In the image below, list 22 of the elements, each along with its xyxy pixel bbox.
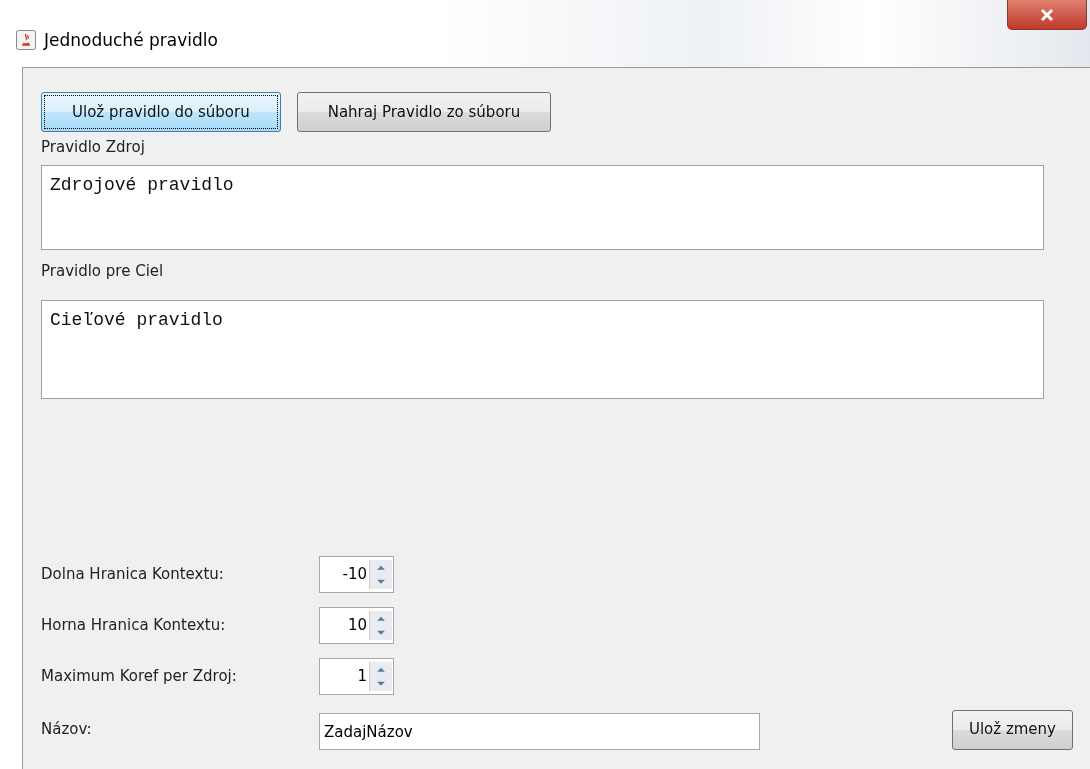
spinner-arrows[interactable] [369,560,392,589]
app-icon [16,30,36,50]
text-area[interactable]: Zdrojové pravidlo [41,164,1044,250]
spinner-arrows[interactable] [369,662,392,691]
field-label: Názov: [41,719,93,741]
field-label: Dolna Hranica Kontextu: [41,564,225,586]
number-spinner[interactable]: 1 [319,658,394,695]
window-title: Jednoduché pravidlo [44,30,218,50]
text-area[interactable]: Cieľové pravidlo [41,300,1044,399]
file-button[interactable]: Ulož pravidlo do súboru [41,92,281,132]
close-button[interactable] [1007,0,1087,30]
field-label: Pravidlo pre Ciel [41,260,165,282]
number-spinner[interactable]: 10 [319,607,394,644]
field-label: Maximum Koref per Zdroj: [41,666,238,688]
close-icon [1039,7,1055,22]
field-label: Pravidlo Zdroj [41,137,146,158]
spinner-arrows[interactable] [369,611,392,640]
file-button[interactable]: Nahraj Pravidlo zo súboru [296,92,552,132]
save-button[interactable]: Ulož zmeny [951,709,1073,750]
number-spinner[interactable]: -10 [319,556,394,593]
field-label: Horna Hranica Kontextu: [41,615,227,637]
name-field[interactable]: ZadajNázov [319,713,760,750]
